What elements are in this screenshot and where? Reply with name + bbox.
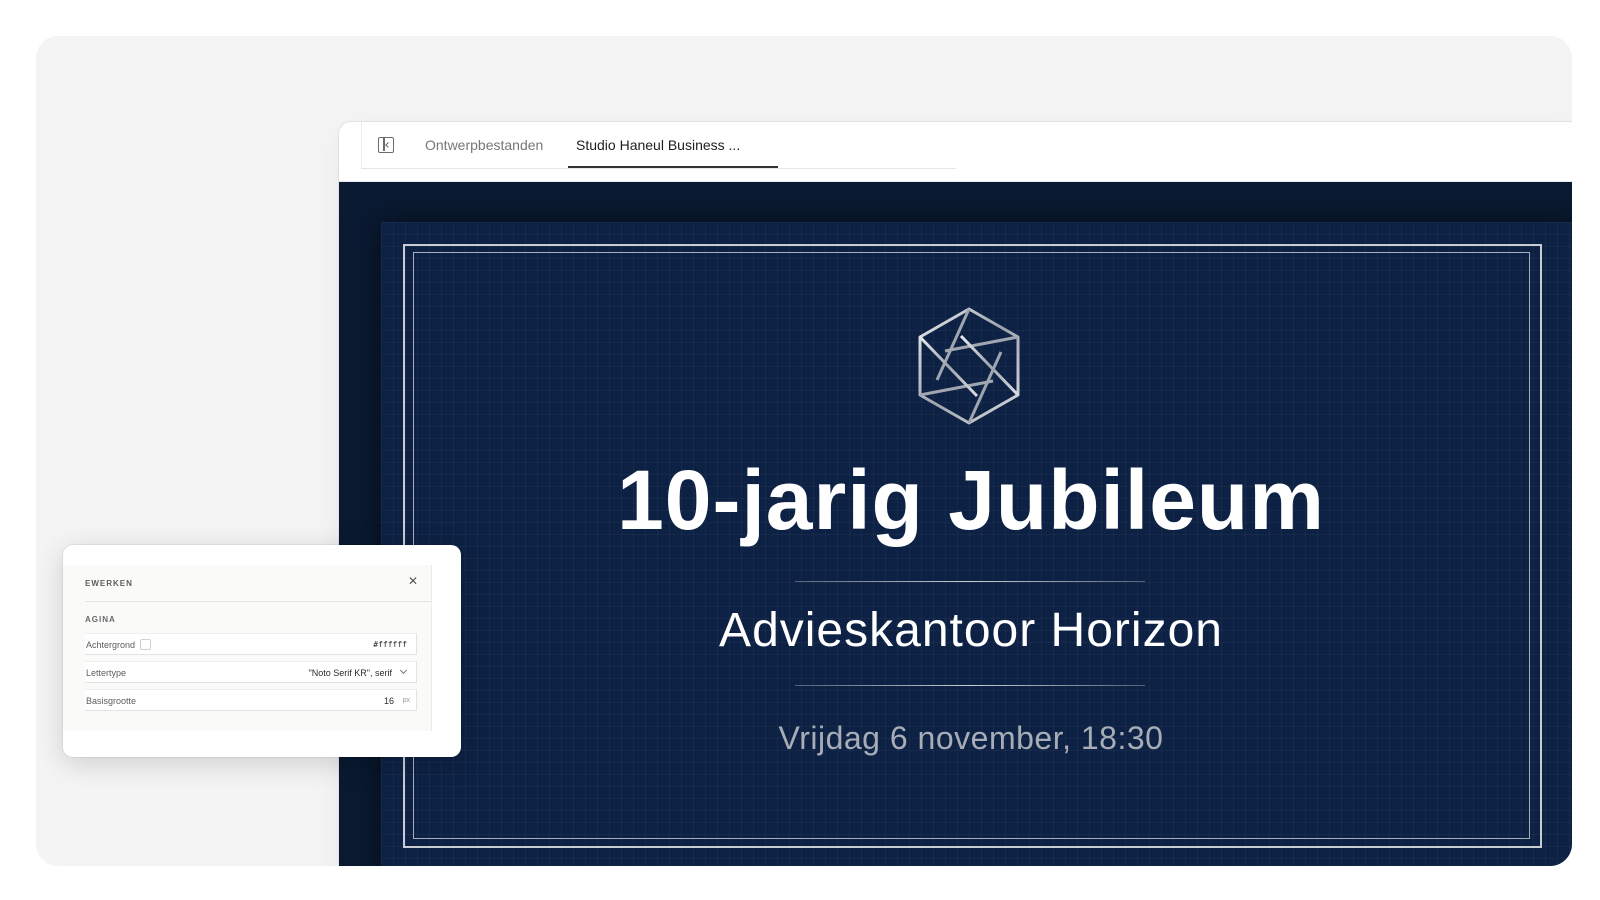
slide-subtitle[interactable]: Advieskantoor Horizon (521, 603, 1421, 658)
font-family-select[interactable]: Lettertype "Noto Serif KR", serif (85, 661, 417, 683)
divider-line (795, 685, 1145, 686)
chevron-down-icon[interactable] (399, 666, 408, 675)
background-color-value[interactable]: #ffffff (373, 640, 407, 649)
invitation-slide[interactable]: 10-jarig Jubileum Advieskantoor Horizon … (381, 222, 1572, 866)
slide-title[interactable]: 10-jarig Jubileum (471, 452, 1471, 549)
tab-active-document[interactable]: Studio Haneul Business ... (568, 122, 778, 168)
sidebar-toggle-icon[interactable] (378, 137, 394, 153)
tab-design-files[interactable]: Ontwerpbestanden (425, 122, 543, 168)
panel-title: EWERKEN (85, 579, 133, 588)
tab-bar: Ontwerpbestanden Studio Haneul Business … (361, 122, 956, 169)
event-date[interactable]: Vrijdag 6 november, 18:30 (521, 720, 1421, 757)
section-label-page: AGINA (85, 615, 116, 624)
background-color-field[interactable]: Achtergrond #ffffff (85, 633, 417, 655)
property-label: Achtergrond (86, 640, 136, 650)
editor-window: Ontwerpbestanden Studio Haneul Business … (339, 122, 1572, 866)
font-family-value[interactable]: "Noto Serif KR", serif (309, 668, 392, 678)
color-swatch[interactable] (140, 639, 151, 650)
base-size-value[interactable]: 16 (384, 696, 394, 706)
edit-properties-panel: EWERKEN ✕ AGINA Achtergrond #ffffff Lett… (63, 545, 461, 757)
design-canvas[interactable]: 10-jarig Jubileum Advieskantoor Horizon … (339, 182, 1572, 866)
close-icon[interactable]: ✕ (408, 574, 418, 588)
property-label: Basisgrootte (86, 696, 137, 706)
app-backdrop: Ontwerpbestanden Studio Haneul Business … (36, 36, 1572, 866)
base-size-field[interactable]: Basisgrootte 16 px (85, 689, 417, 711)
unit-label: px (402, 697, 410, 704)
panel-content: EWERKEN ✕ AGINA Achtergrond #ffffff Lett… (63, 565, 432, 731)
panel-divider (85, 601, 431, 602)
hexagon-logo-icon (918, 307, 1020, 425)
property-label: Lettertype (86, 668, 127, 678)
divider-line (795, 581, 1145, 582)
